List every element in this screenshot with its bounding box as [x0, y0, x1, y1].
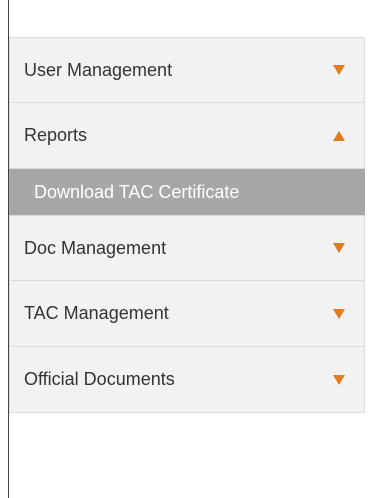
- sidebar-item-label: Reports: [24, 125, 88, 145]
- sidebar-item-label: TAC Management: [24, 303, 169, 323]
- caret-up-icon: [332, 130, 346, 142]
- sidebar-item-reports[interactable]: Reports: [9, 103, 365, 169]
- sidebar-menu: User Management Reports Download TAC Cer…: [9, 37, 365, 413]
- sidebar-item-doc-management[interactable]: Doc Management: [9, 215, 365, 281]
- sidebar-item-label: Doc Management: [24, 237, 167, 258]
- sidebar-item-official-documents[interactable]: Official Documents: [9, 347, 365, 413]
- caret-down-icon: [332, 374, 346, 386]
- caret-down-icon: [332, 242, 346, 254]
- caret-down-icon: [332, 308, 346, 320]
- sidebar-item-label: User Management: [24, 59, 173, 80]
- caret-down-icon: [332, 64, 346, 76]
- sidebar-item-tac-management[interactable]: TAC Management: [9, 281, 365, 347]
- sidebar-item-label: Official Documents: [24, 369, 175, 389]
- submenu-item-download-tac-certificate[interactable]: Download TAC Certificate: [9, 169, 365, 215]
- sidebar-item-user-management[interactable]: User Management: [9, 37, 365, 103]
